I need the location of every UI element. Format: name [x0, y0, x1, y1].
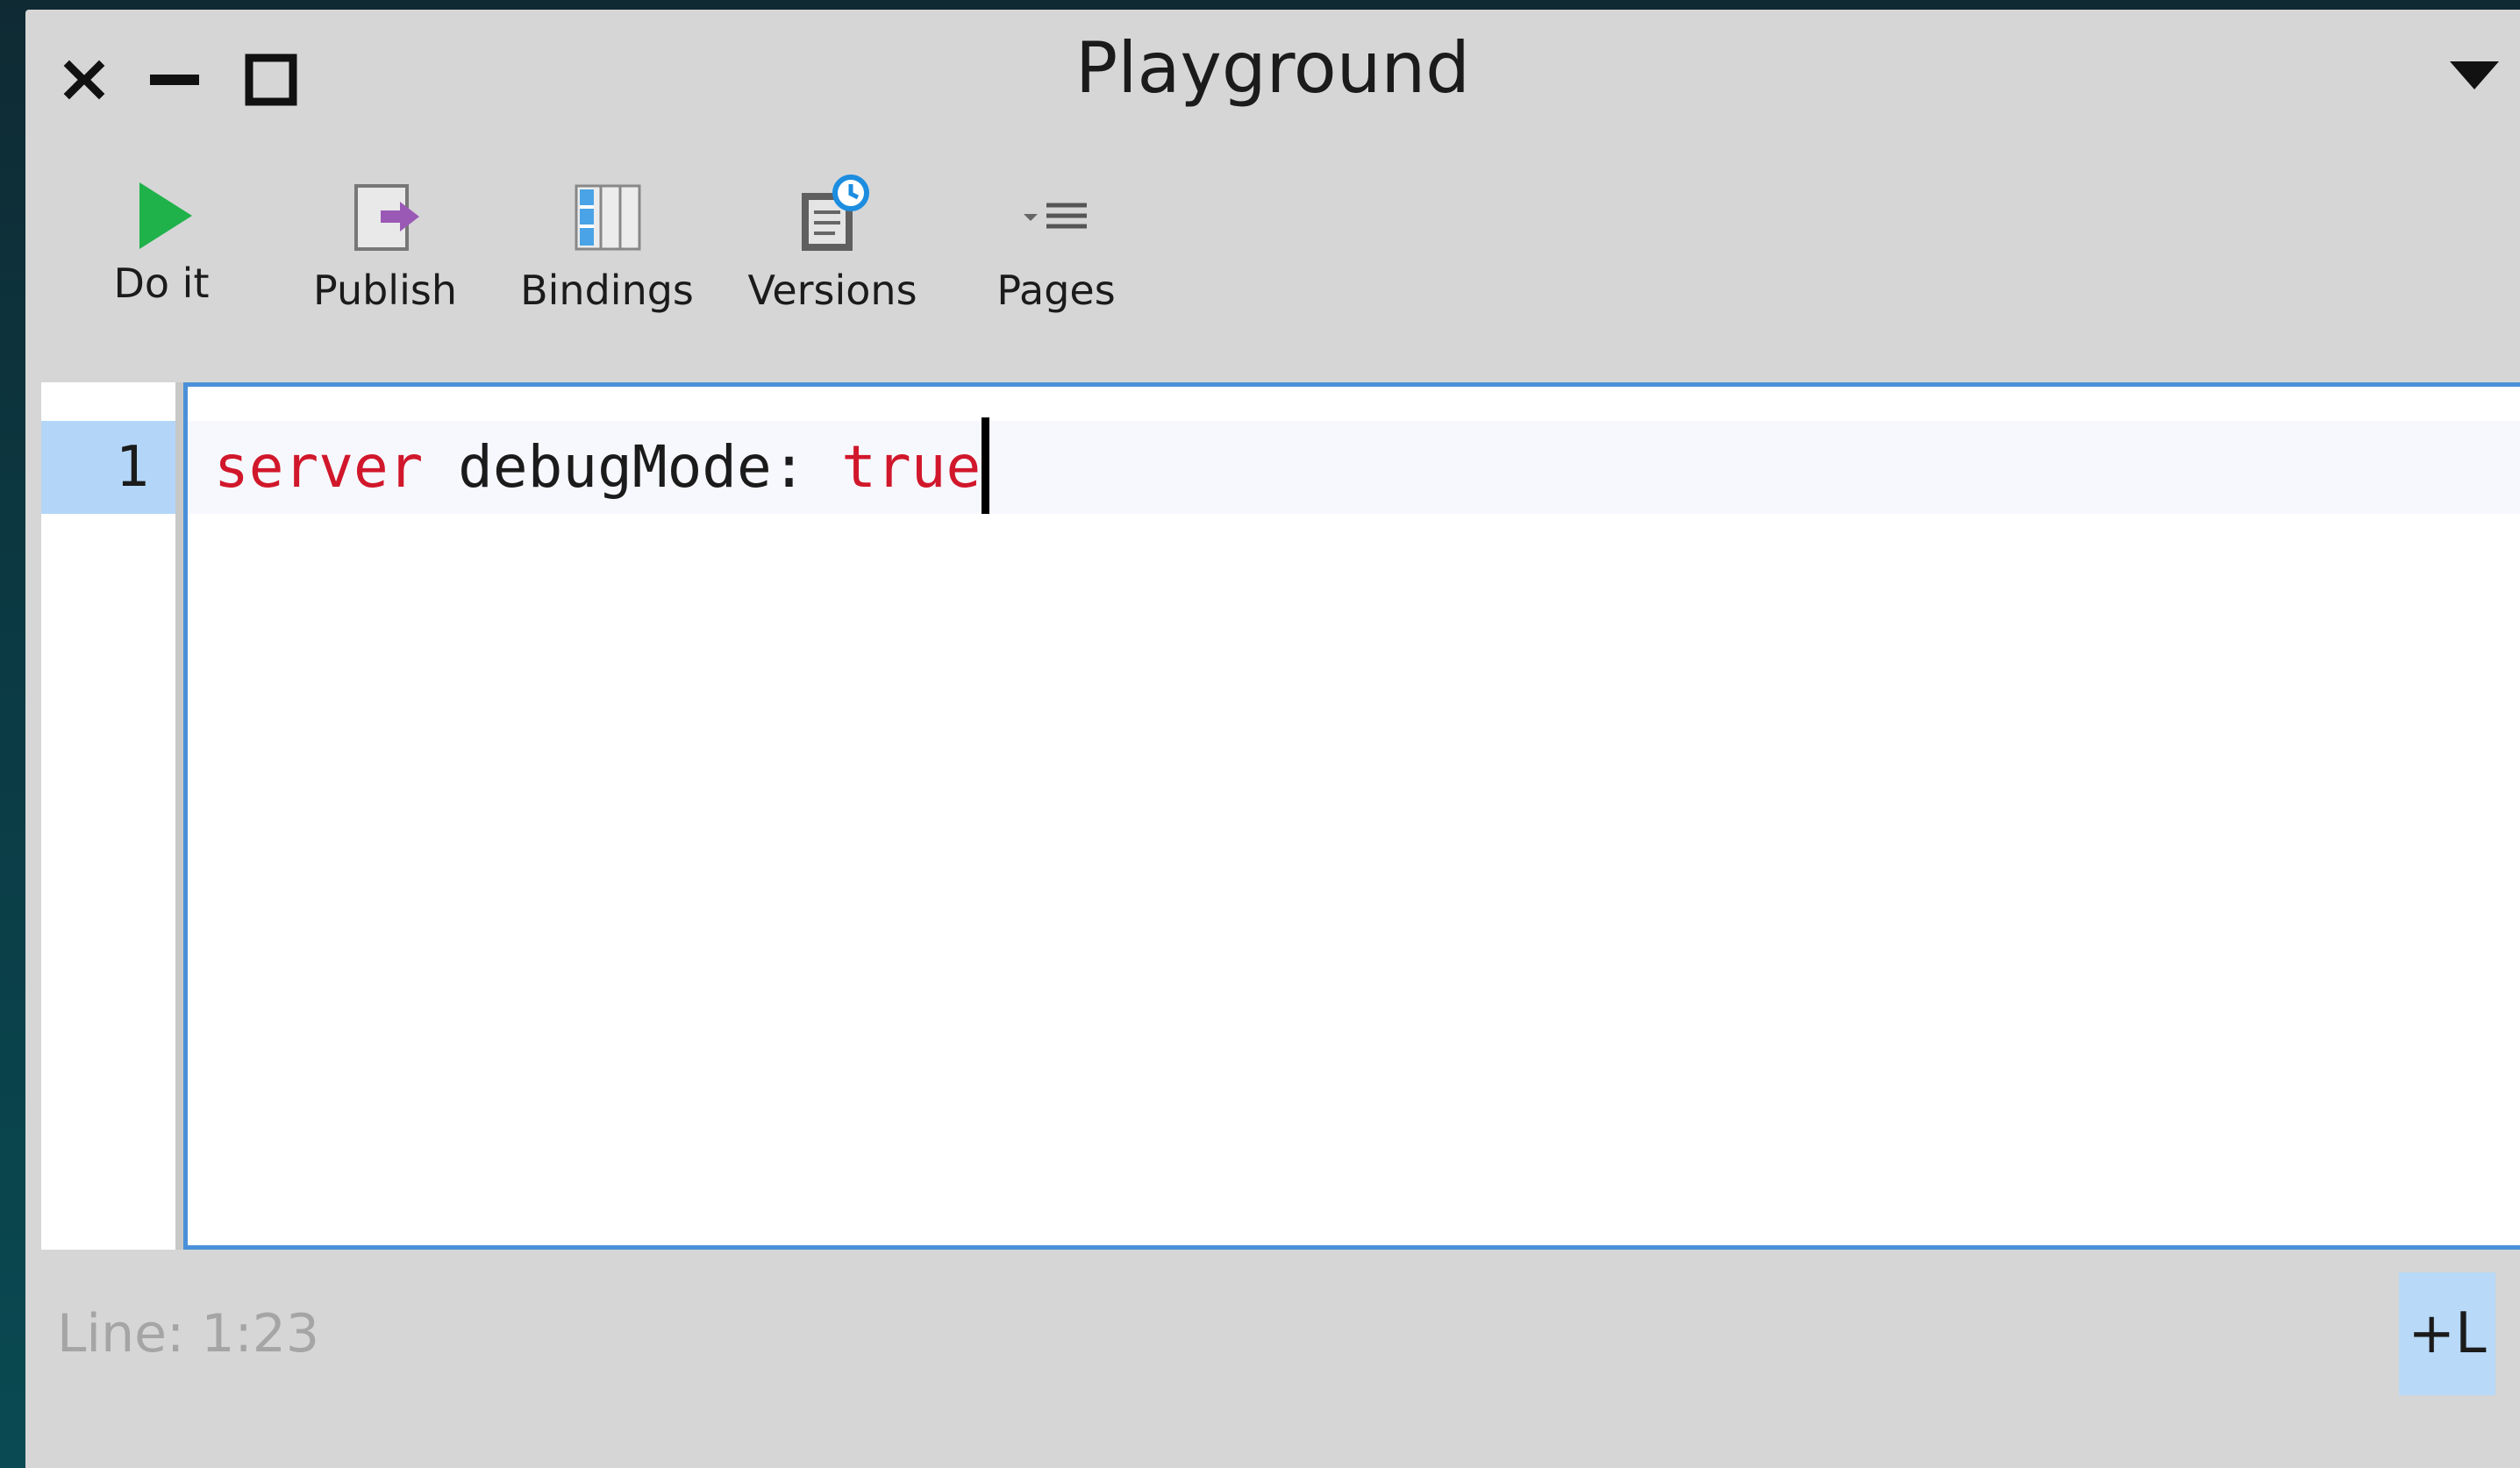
bindings-button[interactable]: Bindings [519, 163, 695, 338]
play-icon [122, 172, 201, 260]
code-token-plain: debugMode: [423, 433, 842, 501]
code-token-keyword: true [841, 433, 982, 501]
publish-label: Publish [313, 267, 457, 314]
do-it-label: Do it [113, 260, 210, 307]
publish-button[interactable]: Publish [306, 163, 464, 338]
pages-icon [1017, 172, 1096, 260]
window-title: Playground [1075, 27, 1470, 109]
versions-icon [793, 172, 872, 260]
do-it-button[interactable]: Do it [96, 163, 227, 338]
text-cursor [982, 417, 990, 514]
playground-window: Playground Do it Publish Bindings Versio… [25, 10, 2520, 1468]
title-bar[interactable]: Playground [25, 10, 2520, 141]
bindings-icon [568, 172, 646, 260]
code-line[interactable]: server debugMode: true [188, 417, 2520, 514]
code-editor[interactable]: server debugMode: true [183, 382, 2520, 1250]
line-number-gutter: 1 [41, 382, 175, 1250]
bindings-label: Bindings [520, 267, 694, 314]
code-token-keyword: server [214, 433, 424, 501]
cursor-position-status: Line: 1:23 [57, 1303, 320, 1365]
toolbar: Do it Publish Bindings Versions Pages [25, 163, 2520, 347]
publish-icon [346, 172, 425, 260]
triangle-down-icon[interactable] [2446, 58, 2502, 93]
versions-label: Versions [747, 267, 917, 314]
line-numbers-toggle-button[interactable]: +L [2399, 1272, 2495, 1395]
versions-button[interactable]: Versions [745, 163, 920, 338]
pages-label: Pages [996, 267, 1116, 314]
pages-button[interactable]: Pages [977, 163, 1135, 338]
line-number: 1 [41, 421, 175, 514]
